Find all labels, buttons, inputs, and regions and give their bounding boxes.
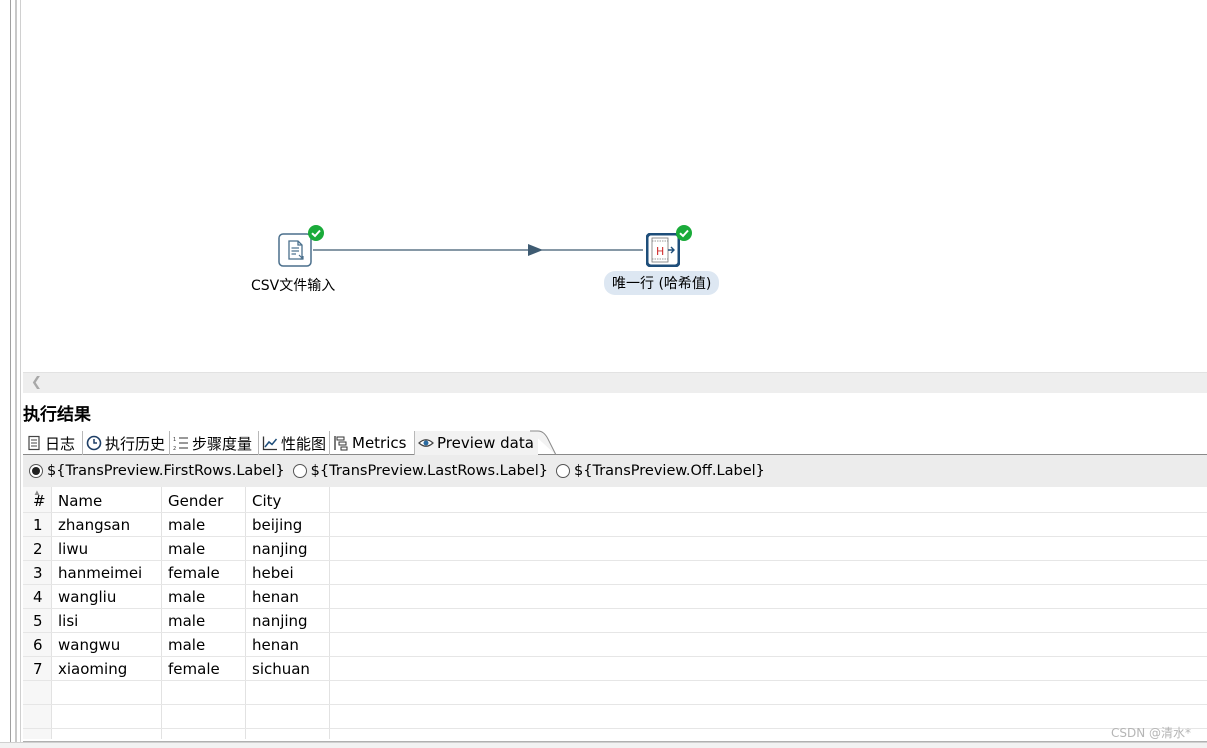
table-row[interactable]: 4 wangliu male henan <box>23 585 1207 609</box>
cell-gender[interactable]: female <box>168 657 220 681</box>
column-header-name[interactable]: Name <box>58 489 102 513</box>
cell-city[interactable]: henan <box>252 585 299 609</box>
table-row[interactable]: 2 liwu male nanjing <box>23 537 1207 561</box>
history-clock-icon <box>86 435 102 451</box>
radio-first-rows[interactable]: ${TransPreview.FirstRows.Label} <box>29 463 285 479</box>
row-number: 6 <box>33 636 43 654</box>
preview-options-bar: ${TransPreview.FirstRows.Label} ${TransP… <box>23 455 1207 487</box>
results-tab-bar: 日志 执行历史 12 步骤度量 性能图 Metrics Preview data <box>23 429 1207 456</box>
scroll-left-arrow-icon[interactable]: ❮ <box>31 374 42 390</box>
active-tab-edge <box>530 430 557 456</box>
cell-name[interactable]: zhangsan <box>58 513 130 537</box>
row-number: 2 <box>33 540 43 558</box>
performance-chart-icon <box>262 435 278 451</box>
cell-city[interactable]: sichuan <box>252 657 310 681</box>
svg-text:H: H <box>656 245 664 258</box>
cell-city[interactable]: hebei <box>252 561 294 585</box>
eye-icon <box>418 435 434 451</box>
row-number: 5 <box>33 612 43 630</box>
cell-gender[interactable]: male <box>168 585 205 609</box>
row-number: 1 <box>33 516 43 534</box>
preview-data-table[interactable]: ▲ # Name Gender City 1 zhangsan male bei… <box>23 487 1207 739</box>
radio-button[interactable] <box>292 464 307 478</box>
radio-off[interactable]: ${TransPreview.Off.Label} <box>556 463 765 479</box>
column-header-index[interactable]: # <box>33 489 46 513</box>
row-number: 3 <box>33 564 43 582</box>
tab-preview-data[interactable]: Preview data <box>415 431 538 455</box>
cell-gender[interactable]: male <box>168 537 205 561</box>
svg-text:1: 1 <box>173 437 176 443</box>
cell-gender[interactable]: male <box>168 633 205 657</box>
step-label-csv-input[interactable]: CSV文件输入 <box>251 275 335 295</box>
row-number: 7 <box>33 660 43 678</box>
column-header-city[interactable]: City <box>252 489 281 513</box>
step-label-unique-rows[interactable]: 唯一行 (哈希值) <box>604 271 720 295</box>
cell-city[interactable]: nanjing <box>252 609 308 633</box>
table-row[interactable]: 6 wangwu male henan <box>23 633 1207 657</box>
table-row[interactable]: 5 lisi male nanjing <box>23 609 1207 633</box>
row-number: 4 <box>33 588 43 606</box>
radio-last-rows[interactable]: ${TransPreview.LastRows.Label} <box>292 463 548 479</box>
cell-name[interactable]: wangliu <box>58 585 116 609</box>
cell-city[interactable]: henan <box>252 633 299 657</box>
cell-gender[interactable]: female <box>168 561 220 585</box>
cell-name[interactable]: lisi <box>58 609 78 633</box>
tab-step-metrics[interactable]: 12 步骤度量 <box>170 431 259 455</box>
table-header-row: ▲ # Name Gender City <box>23 488 1207 513</box>
tab-performance-chart[interactable]: 性能图 <box>259 431 330 455</box>
window-bottom-strip <box>0 742 1207 748</box>
cell-name[interactable]: xiaoming <box>58 657 127 681</box>
success-check-icon <box>307 224 325 242</box>
cell-gender[interactable]: male <box>168 513 205 537</box>
transformation-canvas[interactable]: CSV文件输入 H 唯一行 (哈希值) <box>23 0 1207 372</box>
column-header-gender[interactable]: Gender <box>168 489 223 513</box>
cell-city[interactable]: beijing <box>252 513 302 537</box>
radio-button-checked[interactable] <box>29 464 43 478</box>
log-icon <box>26 435 42 451</box>
metrics-icon <box>333 435 349 451</box>
empty-row <box>23 681 1207 705</box>
table-row[interactable]: 3 hanmeimei female hebei <box>23 561 1207 585</box>
radio-button[interactable] <box>556 464 571 478</box>
table-row[interactable]: 7 xiaoming female sichuan <box>23 657 1207 681</box>
cell-name[interactable]: hanmeimei <box>58 561 142 585</box>
cell-name[interactable]: liwu <box>58 537 88 561</box>
empty-row <box>23 705 1207 729</box>
tab-execution-history[interactable]: 执行历史 <box>83 431 170 455</box>
table-row[interactable]: 1 zhangsan male beijing <box>23 513 1207 537</box>
tab-log[interactable]: 日志 <box>23 431 83 455</box>
left-frame-border <box>0 0 23 748</box>
cell-name[interactable]: wangwu <box>58 633 120 657</box>
success-check-icon <box>675 224 693 242</box>
execution-results-title: 执行结果 <box>23 405 91 425</box>
cell-gender[interactable]: male <box>168 609 205 633</box>
hop-arrow[interactable] <box>23 0 1207 372</box>
watermark: CSDN @清水* <box>1110 726 1191 740</box>
svg-text:2: 2 <box>173 446 176 451</box>
canvas-horizontal-scrollbar[interactable]: ❮ <box>23 372 1207 393</box>
cell-city[interactable]: nanjing <box>252 537 308 561</box>
step-metrics-icon: 12 <box>173 435 189 452</box>
tab-metrics[interactable]: Metrics <box>330 431 415 455</box>
